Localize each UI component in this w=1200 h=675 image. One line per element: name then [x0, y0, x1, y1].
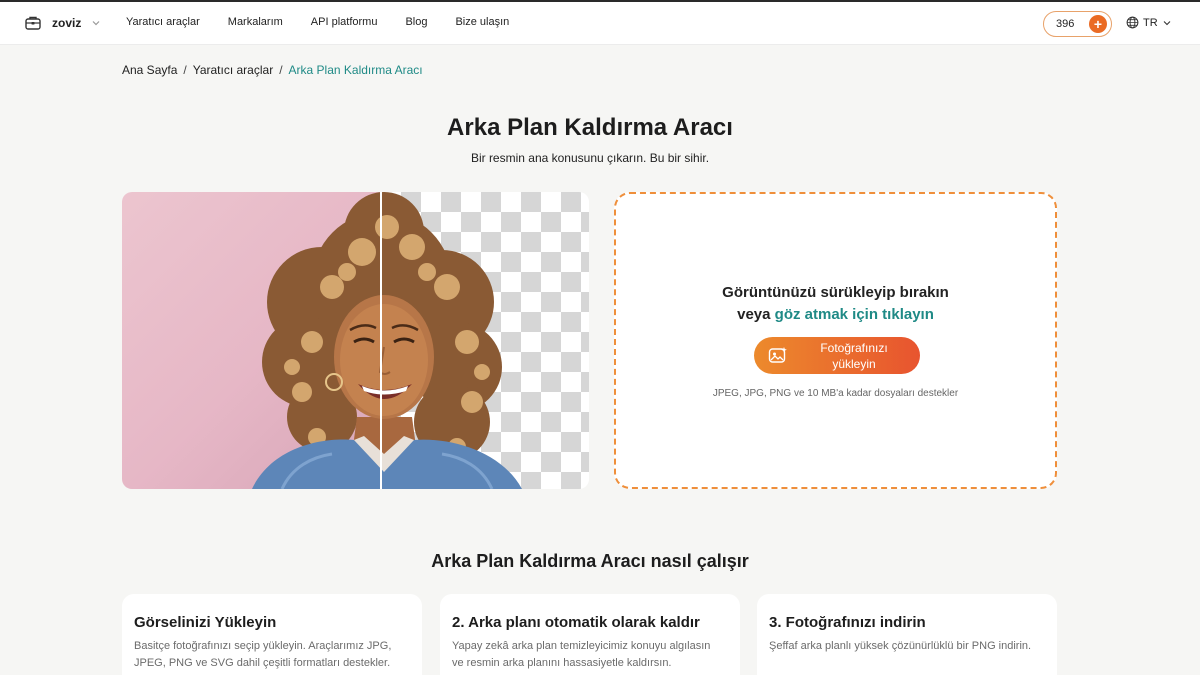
breadcrumb-separator: / [183, 63, 187, 77]
nav-item-contact[interactable]: Bize ulaşın [455, 16, 509, 28]
main-nav: Yaratıcı araçlar Markalarım API platform… [126, 16, 537, 28]
step-title: Görselinizi Yükleyin [134, 614, 277, 631]
step-title: 2. Arka planı otomatik olarak kaldır [452, 614, 700, 631]
globe-icon [1126, 16, 1139, 29]
breadcrumb-section[interactable]: Yaratıcı araçlar [193, 63, 273, 77]
brand-name: zoviz [52, 16, 82, 30]
image-sparkle-icon [768, 346, 788, 365]
breadcrumb: Ana Sayfa / Yaratıcı araçlar / Arka Plan… [122, 63, 423, 77]
credits-count: 396 [1056, 18, 1075, 30]
page-subtitle: Bir resmin ana konusunu çıkarın. Bu bir … [470, 151, 710, 165]
comparison-divider[interactable] [380, 192, 382, 489]
nav-item-blog[interactable]: Blog [405, 16, 427, 28]
chevron-down-icon [1162, 18, 1172, 28]
brand-menu[interactable]: zoviz [24, 12, 101, 34]
page-title: Arka Plan Kaldırma Aracı [447, 114, 733, 141]
breadcrumb-home[interactable]: Ana Sayfa [122, 63, 177, 77]
how-it-works-title: Arka Plan Kaldırma Aracı nasıl çalışır [431, 551, 749, 571]
dropzone-or-label: veya [737, 306, 771, 323]
dropzone-browse-line: veya göz atmak için tıklayın [616, 306, 1055, 323]
step-card-remove: 2. Arka planı otomatik olarak kaldır Yap… [440, 594, 740, 675]
nav-item-creative-tools[interactable]: Yaratıcı araçlar [126, 16, 200, 28]
top-navigation-bar: zoviz Yaratıcı araçlar Markalarım API pl… [0, 0, 1200, 45]
step-description: Basitçe fotoğrafınızı seçip yükleyin. Ar… [134, 640, 392, 669]
step-title: 3. Fotoğrafınızı indirin [769, 614, 926, 631]
language-selector[interactable]: TR [1126, 16, 1172, 29]
step-card-upload: Görselinizi Yükleyin Basitçe fotoğrafını… [122, 594, 422, 675]
nav-item-my-brands[interactable]: Markalarım [228, 16, 283, 28]
language-code: TR [1143, 16, 1158, 29]
portrait-illustration [252, 192, 522, 489]
credits-button[interactable]: 396 + [1043, 11, 1112, 37]
chevron-down-icon [91, 18, 101, 28]
dropzone-instruction: Görüntünüzü sürükleyip bırakın [722, 284, 949, 301]
browse-link[interactable]: göz atmak için tıklayın [775, 306, 934, 323]
step-card-download: 3. Fotoğrafınızı indirin Şeffaf arka pla… [757, 594, 1057, 675]
nav-item-api-platform[interactable]: API platformu [311, 16, 378, 28]
step-description: Şeffaf arka planlı yüksek çözünürlüklü b… [769, 640, 1032, 652]
supported-formats-note: JPEG, JPG, PNG ve 10 MB'a kadar dosyalar… [712, 388, 959, 399]
toolbox-icon [24, 14, 42, 32]
step-description: Yapay zekâ arka plan temizleyicimiz konu… [452, 640, 711, 669]
upload-button-label: Fotoğrafınızı yükleyin [820, 341, 888, 371]
breadcrumb-separator: / [279, 63, 283, 77]
breadcrumb-current: Arka Plan Kaldırma Aracı [288, 63, 423, 77]
upload-photo-button[interactable]: Fotoğrafınızı yükleyin [754, 337, 920, 374]
upload-dropzone[interactable]: Görüntünüzü sürükleyip bırakın veya göz … [614, 192, 1057, 489]
before-after-preview [122, 192, 589, 489]
plus-icon: + [1089, 15, 1107, 33]
